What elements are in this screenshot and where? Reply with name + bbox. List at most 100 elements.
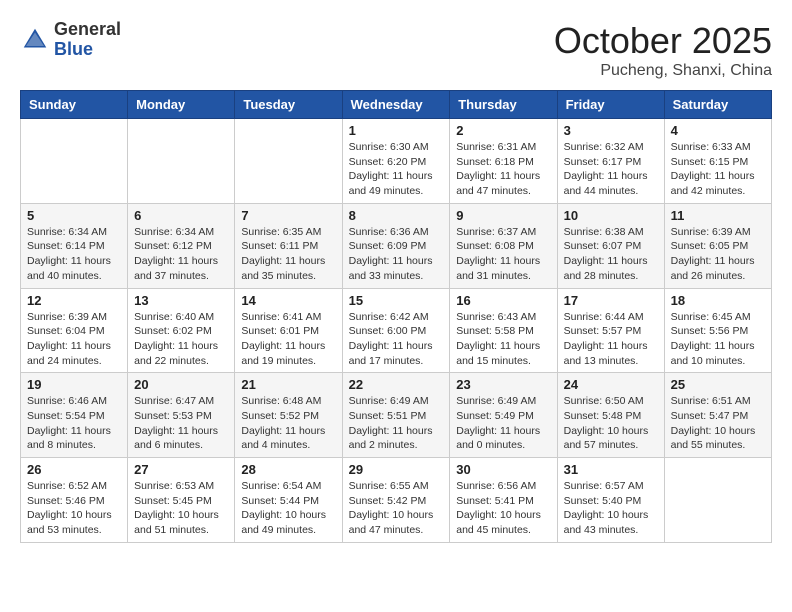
- day-cell-23: 23 Sunrise: 6:49 AM Sunset: 5:49 PM Dayli…: [450, 373, 557, 458]
- day-cell-16: 16 Sunrise: 6:43 AM Sunset: 5:58 PM Dayli…: [450, 288, 557, 373]
- empty-cell: [235, 119, 342, 204]
- day-info: Sunrise: 6:34 AM Sunset: 6:12 PM Dayligh…: [134, 225, 228, 284]
- day-cell-11: 11 Sunrise: 6:39 AM Sunset: 6:05 PM Dayli…: [664, 203, 771, 288]
- day-number: 12: [27, 293, 121, 308]
- day-number: 15: [349, 293, 444, 308]
- logo: General Blue: [20, 20, 121, 60]
- day-number: 17: [564, 293, 658, 308]
- day-cell-3: 3 Sunrise: 6:32 AM Sunset: 6:17 PM Daylig…: [557, 119, 664, 204]
- day-number: 26: [27, 462, 121, 477]
- day-number: 24: [564, 377, 658, 392]
- weekday-header-monday: Monday: [128, 91, 235, 119]
- day-number: 19: [27, 377, 121, 392]
- day-info: Sunrise: 6:49 AM Sunset: 5:49 PM Dayligh…: [456, 394, 550, 453]
- day-info: Sunrise: 6:34 AM Sunset: 6:14 PM Dayligh…: [27, 225, 121, 284]
- day-number: 23: [456, 377, 550, 392]
- day-cell-2: 2 Sunrise: 6:31 AM Sunset: 6:18 PM Daylig…: [450, 119, 557, 204]
- empty-cell: [664, 458, 771, 543]
- day-info: Sunrise: 6:35 AM Sunset: 6:11 PM Dayligh…: [241, 225, 335, 284]
- day-info: Sunrise: 6:54 AM Sunset: 5:44 PM Dayligh…: [241, 479, 335, 538]
- day-cell-7: 7 Sunrise: 6:35 AM Sunset: 6:11 PM Daylig…: [235, 203, 342, 288]
- empty-cell: [21, 119, 128, 204]
- day-cell-8: 8 Sunrise: 6:36 AM Sunset: 6:09 PM Daylig…: [342, 203, 450, 288]
- day-info: Sunrise: 6:56 AM Sunset: 5:41 PM Dayligh…: [456, 479, 550, 538]
- logo-blue: Blue: [54, 39, 93, 59]
- day-number: 27: [134, 462, 228, 477]
- day-info: Sunrise: 6:47 AM Sunset: 5:53 PM Dayligh…: [134, 394, 228, 453]
- day-number: 7: [241, 208, 335, 223]
- day-number: 9: [456, 208, 550, 223]
- day-number: 8: [349, 208, 444, 223]
- day-cell-1: 1 Sunrise: 6:30 AM Sunset: 6:20 PM Daylig…: [342, 119, 450, 204]
- day-info: Sunrise: 6:40 AM Sunset: 6:02 PM Dayligh…: [134, 310, 228, 369]
- day-number: 29: [349, 462, 444, 477]
- day-info: Sunrise: 6:41 AM Sunset: 6:01 PM Dayligh…: [241, 310, 335, 369]
- day-cell-4: 4Sunrise: 6:33 AM Sunset: 6:15 PM Daylig…: [664, 119, 771, 204]
- weekday-header-friday: Friday: [557, 91, 664, 119]
- day-cell-15: 15Sunrise: 6:42 AM Sunset: 6:00 PM Dayli…: [342, 288, 450, 373]
- logo-general: General: [54, 19, 121, 39]
- day-cell-28: 28 Sunrise: 6:54 AM Sunset: 5:44 PM Dayli…: [235, 458, 342, 543]
- day-info: Sunrise: 6:37 AM Sunset: 6:08 PM Dayligh…: [456, 225, 550, 284]
- weekday-header-sunday: Sunday: [21, 91, 128, 119]
- day-cell-25: 25Sunrise: 6:51 AM Sunset: 5:47 PM Dayli…: [664, 373, 771, 458]
- calendar: SundayMondayTuesdayWednesdayThursdayFrid…: [20, 90, 772, 543]
- day-info: Sunrise: 6:55 AM Sunset: 5:42 PM Dayligh…: [349, 479, 444, 538]
- day-cell-24: 24Sunrise: 6:50 AM Sunset: 5:48 PM Dayli…: [557, 373, 664, 458]
- day-number: 25: [671, 377, 765, 392]
- day-cell-31: 31 Sunrise: 6:57 AM Sunset: 5:40 PM Dayli…: [557, 458, 664, 543]
- day-number: 16: [456, 293, 550, 308]
- day-info: Sunrise: 6:45 AM Sunset: 5:56 PM Dayligh…: [671, 310, 765, 369]
- day-cell-6: 6Sunrise: 6:34 AM Sunset: 6:12 PM Daylig…: [128, 203, 235, 288]
- day-info: Sunrise: 6:43 AM Sunset: 5:58 PM Dayligh…: [456, 310, 550, 369]
- day-number: 10: [564, 208, 658, 223]
- day-info: Sunrise: 6:31 AM Sunset: 6:18 PM Dayligh…: [456, 140, 550, 199]
- day-cell-19: 19 Sunrise: 6:46 AM Sunset: 5:54 PM Dayli…: [21, 373, 128, 458]
- weekday-header-thursday: Thursday: [450, 91, 557, 119]
- day-info: Sunrise: 6:30 AM Sunset: 6:20 PM Dayligh…: [349, 140, 444, 199]
- day-info: Sunrise: 6:38 AM Sunset: 6:07 PM Dayligh…: [564, 225, 658, 284]
- day-info: Sunrise: 6:32 AM Sunset: 6:17 PM Dayligh…: [564, 140, 658, 199]
- day-info: Sunrise: 6:39 AM Sunset: 6:05 PM Dayligh…: [671, 225, 765, 284]
- day-info: Sunrise: 6:57 AM Sunset: 5:40 PM Dayligh…: [564, 479, 658, 538]
- month-title: October 2025: [554, 20, 772, 62]
- day-cell-18: 18Sunrise: 6:45 AM Sunset: 5:56 PM Dayli…: [664, 288, 771, 373]
- empty-cell: [128, 119, 235, 204]
- day-info: Sunrise: 6:49 AM Sunset: 5:51 PM Dayligh…: [349, 394, 444, 453]
- location: Pucheng, Shanxi, China: [554, 62, 772, 80]
- day-number: 31: [564, 462, 658, 477]
- day-cell-29: 29 Sunrise: 6:55 AM Sunset: 5:42 PM Dayli…: [342, 458, 450, 543]
- week-row-3: 12 Sunrise: 6:39 AM Sunset: 6:04 PM Dayli…: [21, 288, 772, 373]
- week-row-4: 19 Sunrise: 6:46 AM Sunset: 5:54 PM Dayli…: [21, 373, 772, 458]
- day-cell-14: 14Sunrise: 6:41 AM Sunset: 6:01 PM Dayli…: [235, 288, 342, 373]
- logo-text: General Blue: [54, 20, 121, 60]
- day-cell-22: 22Sunrise: 6:49 AM Sunset: 5:51 PM Dayli…: [342, 373, 450, 458]
- week-row-2: 5Sunrise: 6:34 AM Sunset: 6:14 PM Daylig…: [21, 203, 772, 288]
- day-info: Sunrise: 6:52 AM Sunset: 5:46 PM Dayligh…: [27, 479, 121, 538]
- day-number: 2: [456, 123, 550, 138]
- weekday-header-saturday: Saturday: [664, 91, 771, 119]
- day-cell-17: 17Sunrise: 6:44 AM Sunset: 5:57 PM Dayli…: [557, 288, 664, 373]
- day-info: Sunrise: 6:39 AM Sunset: 6:04 PM Dayligh…: [27, 310, 121, 369]
- day-cell-9: 9 Sunrise: 6:37 AM Sunset: 6:08 PM Daylig…: [450, 203, 557, 288]
- weekday-header-wednesday: Wednesday: [342, 91, 450, 119]
- day-number: 20: [134, 377, 228, 392]
- day-info: Sunrise: 6:33 AM Sunset: 6:15 PM Dayligh…: [671, 140, 765, 199]
- day-cell-10: 10 Sunrise: 6:38 AM Sunset: 6:07 PM Dayli…: [557, 203, 664, 288]
- logo-icon: [20, 25, 50, 55]
- day-number: 30: [456, 462, 550, 477]
- day-cell-27: 27Sunrise: 6:53 AM Sunset: 5:45 PM Dayli…: [128, 458, 235, 543]
- day-number: 1: [349, 123, 444, 138]
- day-number: 21: [241, 377, 335, 392]
- day-number: 11: [671, 208, 765, 223]
- day-info: Sunrise: 6:36 AM Sunset: 6:09 PM Dayligh…: [349, 225, 444, 284]
- title-block: October 2025 Pucheng, Shanxi, China: [554, 20, 772, 80]
- day-info: Sunrise: 6:46 AM Sunset: 5:54 PM Dayligh…: [27, 394, 121, 453]
- day-cell-26: 26 Sunrise: 6:52 AM Sunset: 5:46 PM Dayli…: [21, 458, 128, 543]
- day-number: 3: [564, 123, 658, 138]
- day-number: 13: [134, 293, 228, 308]
- day-cell-20: 20 Sunrise: 6:47 AM Sunset: 5:53 PM Dayli…: [128, 373, 235, 458]
- day-number: 28: [241, 462, 335, 477]
- page-header: General Blue October 2025 Pucheng, Shanx…: [20, 20, 772, 80]
- day-cell-21: 21Sunrise: 6:48 AM Sunset: 5:52 PM Dayli…: [235, 373, 342, 458]
